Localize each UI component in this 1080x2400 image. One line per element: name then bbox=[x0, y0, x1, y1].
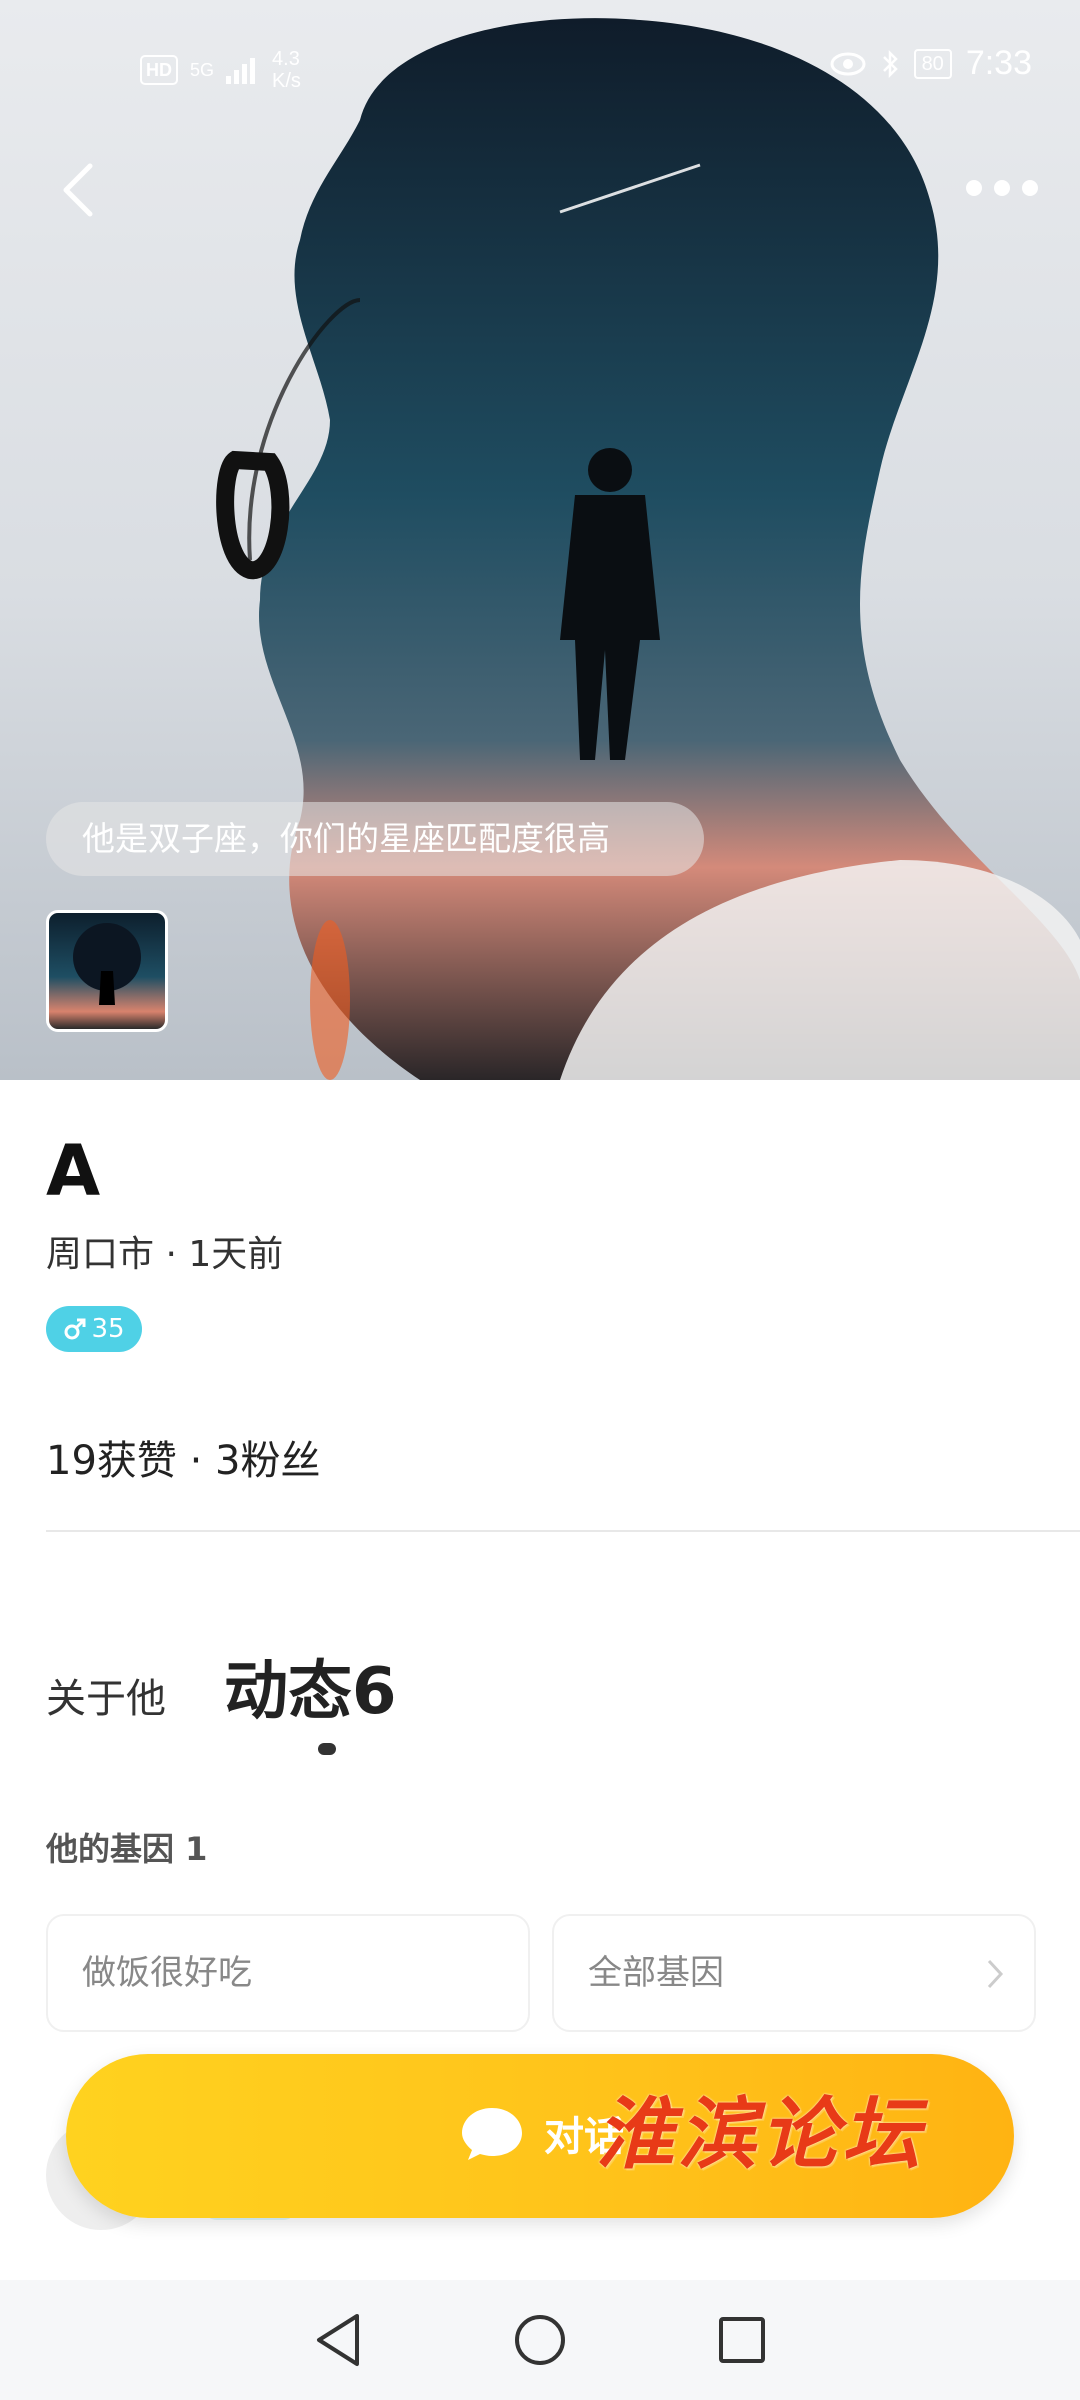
photo-thumbnail[interactable] bbox=[46, 910, 168, 1032]
system-navigation-bar bbox=[0, 2280, 1080, 2400]
divider bbox=[46, 1530, 1080, 1532]
recents-icon[interactable] bbox=[717, 2315, 767, 2365]
forum-watermark: 淮滨论坛 bbox=[596, 2089, 925, 2180]
eye-icon bbox=[830, 52, 866, 75]
clock: 7:33 bbox=[965, 44, 1032, 82]
speed-unit: K/s bbox=[272, 70, 301, 92]
network-speed: 4.3 K/s bbox=[272, 48, 301, 92]
chevron-right-icon bbox=[987, 1959, 1004, 1989]
battery-icon: 80 bbox=[913, 48, 952, 79]
bluetooth-icon bbox=[882, 49, 898, 78]
male-icon bbox=[64, 1318, 86, 1340]
network-type: 5G bbox=[190, 60, 215, 80]
tab-feed[interactable]: 动态6 bbox=[224, 1640, 397, 1732]
dot-icon bbox=[994, 180, 1010, 196]
hd-icon: HD bbox=[140, 55, 178, 85]
dot-icon bbox=[1022, 180, 1038, 196]
more-options-button[interactable] bbox=[966, 180, 1038, 196]
zodiac-match-hint: 他是双子座，你们的星座匹配度很高 bbox=[46, 802, 704, 876]
profile-location-time: 周口市 · 1天前 bbox=[46, 1234, 284, 1275]
all-genes-label: 全部基因 bbox=[588, 1953, 724, 1993]
profile-cover-photo[interactable]: HD 5G 4.3 K/s 80 7:33 他是双子座，你们的星座匹配度很高 bbox=[0, 0, 1080, 1080]
status-bar: HD 5G 4.3 K/s 80 7:33 bbox=[0, 38, 1080, 98]
thumbnail-image bbox=[73, 923, 141, 1005]
age-value: 35 bbox=[91, 1314, 125, 1344]
profile-tabs: 关于他 动态6 bbox=[46, 1640, 397, 1732]
tab-indicator bbox=[318, 1743, 336, 1755]
signal-icon bbox=[226, 58, 256, 84]
dot-icon bbox=[966, 180, 982, 196]
gene-tag[interactable]: 做饭很好吃 bbox=[46, 1914, 530, 2032]
back-icon[interactable] bbox=[313, 2312, 363, 2368]
back-arrow-icon[interactable] bbox=[58, 160, 98, 220]
speed-value: 4.3 bbox=[272, 48, 300, 70]
chat-bubble-icon bbox=[462, 2108, 522, 2160]
profile-name: A bbox=[46, 1130, 101, 1212]
genes-section-title: 他的基因 1 bbox=[46, 1830, 208, 1868]
all-genes-button[interactable]: 全部基因 bbox=[552, 1914, 1036, 2032]
tab-about[interactable]: 关于他 bbox=[46, 1666, 166, 1732]
home-icon[interactable] bbox=[513, 2313, 567, 2367]
likes-followers-stats[interactable]: 19获赞 · 3粉丝 bbox=[46, 1428, 321, 1486]
gender-age-badge: 35 bbox=[46, 1306, 142, 1352]
